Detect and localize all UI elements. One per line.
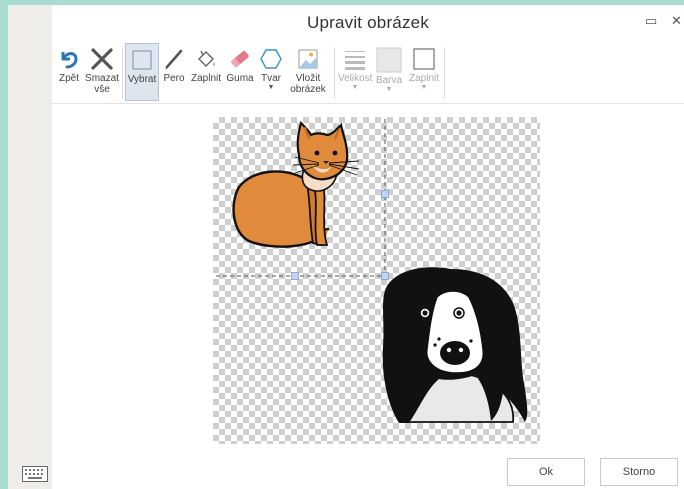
chevron-down-icon: ▼ — [420, 84, 428, 91]
undo-icon — [61, 52, 78, 69]
insert-image-label-2: obrázek — [290, 84, 326, 95]
image-icon — [298, 49, 318, 69]
insert-image-button[interactable]: Vložit obrázek — [289, 43, 327, 101]
insert-image-label-1: Vložit — [295, 73, 321, 84]
cancel-button[interactable]: Storno — [600, 458, 678, 486]
fill-tool-label: Zaplnit — [190, 73, 221, 84]
undo-label: Zpět — [58, 73, 79, 84]
eraser-tool-label: Guma — [226, 73, 254, 84]
color-option-button[interactable]: Barva ▼ — [374, 43, 404, 101]
eraser-tool-button[interactable]: Guma — [226, 43, 254, 101]
side-panel — [8, 5, 52, 489]
hexagon-icon — [260, 49, 282, 69]
toolbar-divider — [52, 103, 684, 104]
clear-all-label-1: Smazat — [85, 73, 119, 84]
close-button[interactable]: ✕ — [671, 14, 682, 27]
chevron-down-icon: ▼ — [267, 84, 275, 91]
dialog-title: Upravit obrázek — [306, 13, 430, 32]
edit-image-dialog: Upravit obrázek ▭ ✕ Zpět Smazat vše Vybr… — [52, 5, 684, 489]
line-size-icon — [345, 51, 365, 70]
fill-option-label: Zaplnit — [408, 73, 439, 84]
resize-handle[interactable] — [381, 272, 389, 280]
fill-option-button[interactable]: Zaplnit ▼ — [407, 43, 441, 101]
drawing-canvas[interactable] — [213, 117, 540, 444]
toolbar-separator — [122, 47, 123, 99]
undo-button[interactable]: Zpět — [56, 43, 82, 101]
shape-tool-button[interactable]: Tvar ▼ — [258, 43, 284, 101]
pen-tool-label: Pero — [163, 73, 185, 84]
fill-tool-button[interactable]: Zaplnit — [189, 43, 223, 101]
ok-button[interactable]: Ok — [507, 458, 585, 486]
color-swatch-icon — [376, 47, 402, 73]
maximize-button[interactable]: ▭ — [645, 14, 657, 27]
pen-icon — [165, 49, 183, 70]
pen-tool-button[interactable]: Pero — [162, 43, 186, 101]
dog-image[interactable] — [382, 267, 528, 423]
color-option-label: Barva — [375, 75, 403, 86]
select-tool-label: Vybrat — [127, 74, 157, 85]
chevron-down-icon: ▼ — [351, 84, 359, 91]
toolbar-separator — [334, 47, 335, 99]
paint-bucket-icon — [198, 50, 215, 67]
size-option-button[interactable]: Velikost ▼ — [338, 43, 372, 101]
resize-handle[interactable] — [381, 190, 389, 198]
clear-all-button[interactable]: Smazat vše — [85, 43, 119, 101]
fill-swatch-icon — [413, 48, 435, 70]
select-tool-button[interactable]: Vybrat — [125, 43, 159, 101]
size-option-label: Velikost — [338, 73, 373, 84]
eraser-icon — [230, 50, 249, 68]
keyboard-icon[interactable] — [22, 466, 48, 482]
toolbar-separator — [444, 47, 445, 99]
x-icon — [91, 48, 113, 70]
clear-all-label-2: vše — [94, 84, 110, 95]
resize-handle[interactable] — [291, 272, 299, 280]
chevron-down-icon: ▼ — [385, 86, 393, 93]
cat-image[interactable] — [232, 120, 360, 248]
toolbar: Zpět Smazat vše Vybrat Pero Zaplnit Guma… — [52, 43, 684, 103]
shape-tool-label: Tvar — [261, 73, 281, 84]
select-rectangle-icon — [132, 50, 152, 70]
